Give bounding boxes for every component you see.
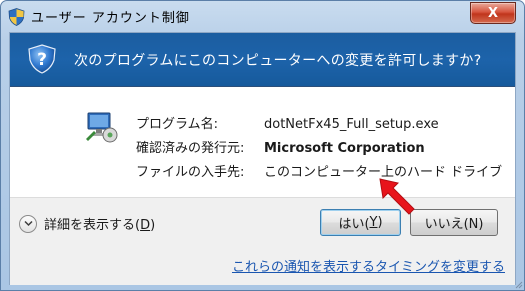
publisher-row: 確認済みの発行元: Microsoft Corporation bbox=[136, 137, 425, 156]
show-details-toggle[interactable]: 詳細を表示する(D) bbox=[19, 214, 155, 233]
program-name-label: プログラム名: bbox=[136, 117, 218, 132]
show-details-label[interactable]: 詳細を表示する(D) bbox=[44, 214, 155, 233]
window-title: ユーザー アカウント制御 bbox=[31, 11, 190, 26]
file-origin-row: ファイルの入手先: このコンピューター上のハード ドライブ bbox=[136, 161, 502, 180]
publisher-label: 確認済みの発行元: bbox=[136, 141, 245, 156]
chevron-down-icon[interactable] bbox=[19, 214, 37, 233]
help-question-icon: ? bbox=[28, 44, 56, 74]
question-text: 次のプログラムにこのコンピューターへの変更を許可しますか? bbox=[74, 53, 482, 69]
svg-text:?: ? bbox=[37, 50, 47, 70]
resize-grip-icon[interactable] bbox=[513, 279, 523, 289]
notification-settings-link[interactable]: これらの通知を表示するタイミングを変更する bbox=[232, 256, 505, 275]
file-origin-label: ファイルの入手先: bbox=[136, 165, 245, 180]
red-arrow-icon bbox=[379, 178, 415, 215]
close-button[interactable]: X bbox=[470, 2, 516, 24]
question-banner: ? 次のプログラムにこのコンピューターへの変更を許可しますか? bbox=[10, 33, 515, 87]
dialog-footer: 詳細を表示する(D) はい(Y) いいえ(N) これらの通知を表示するタイミング… bbox=[10, 197, 515, 285]
program-name-row: プログラム名: dotNetFx45_Full_setup.exe bbox=[136, 113, 439, 132]
no-button[interactable]: いいえ(N) bbox=[410, 209, 498, 236]
dialog-content: ? 次のプログラムにこのコンピューターへの変更を許可しますか? プログラム名: d… bbox=[9, 32, 516, 285]
publisher-value: Microsoft Corporation bbox=[264, 141, 425, 156]
program-name-value: dotNetFx45_Full_setup.exe bbox=[264, 117, 439, 132]
uac-shield-icon bbox=[8, 8, 25, 26]
title-bar[interactable]: ユーザー アカウント制御 X bbox=[1, 1, 524, 31]
uac-dialog-window: ユーザー アカウント制御 X ? 次のプログラムにこのコンピューターへの変更を許… bbox=[0, 0, 525, 291]
program-details: プログラム名: dotNetFx45_Full_setup.exe 確認済みの発行… bbox=[10, 87, 515, 197]
setup-program-icon bbox=[86, 112, 118, 143]
